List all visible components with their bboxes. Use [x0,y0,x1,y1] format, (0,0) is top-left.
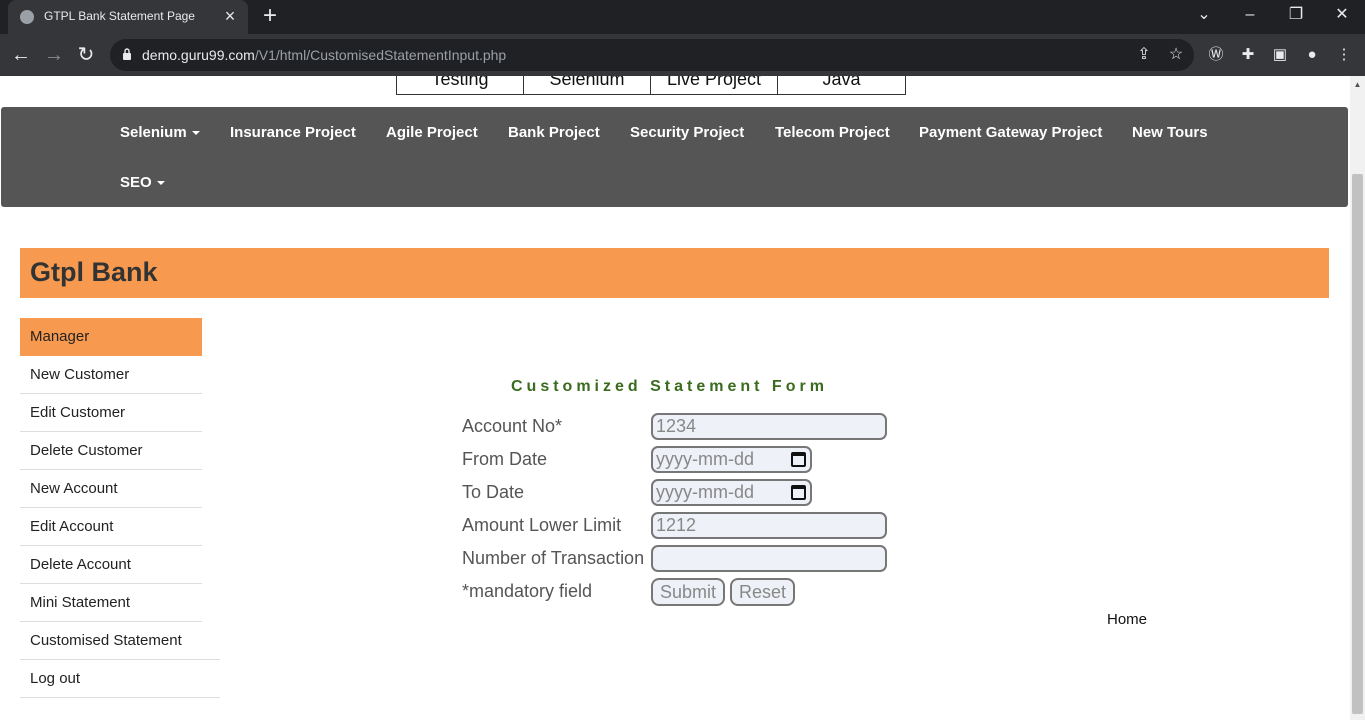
restore-icon[interactable]: ❐ [1273,0,1319,30]
account-no-field[interactable]: 1234 [651,413,887,440]
sidebar-item-manager[interactable]: Manager [20,318,202,356]
extension-w-icon[interactable]: Ⓦ [1206,45,1226,65]
page-scrollbar[interactable]: ▲ [1350,76,1365,720]
from-date-placeholder: yyyy-mm-dd [656,449,754,469]
browser-toolbar: ← → ↻ demo.guru99.com/V1/html/Customised… [0,34,1365,76]
sidebar-item-edit-account[interactable]: Edit Account [20,508,202,546]
tab-search-icon[interactable]: ⌄ [1181,0,1227,30]
sidebar-item-new-account[interactable]: New Account [20,470,202,508]
from-date-field[interactable]: yyyy-mm-dd [651,446,812,473]
top-tabs: Testing Selenium Live Project Java [396,76,906,95]
to-date-field[interactable]: yyyy-mm-dd [651,479,812,506]
menu-item-selenium[interactable]: Selenium [120,124,200,141]
sidebar-item-delete-account[interactable]: Delete Account [20,546,202,584]
sidebar-menu: Manager New Customer Edit Customer Delet… [20,318,220,698]
browser-tab[interactable]: GTPL Bank Statement Page × [8,0,248,34]
account-no-label: Account No* [462,416,563,436]
menu-item-security-project[interactable]: Security Project [630,124,744,141]
submit-button[interactable]: Submit [651,578,725,606]
scroll-up-arrow-icon[interactable]: ▲ [1350,78,1365,92]
number-of-transaction-label: Number of Transaction [462,548,645,568]
address-bar[interactable]: demo.guru99.com/V1/html/CustomisedStatem… [110,39,1194,71]
reset-button[interactable]: Reset [730,578,795,606]
new-tab-icon[interactable]: + [258,4,282,28]
bank-name: Gtpl Bank [30,257,158,287]
number-of-transaction-field[interactable] [651,545,887,572]
amount-lower-limit-field[interactable]: 1212 [651,512,887,539]
from-date-label: From Date [462,449,548,469]
to-date-label: To Date [462,482,525,502]
more-menu-icon[interactable]: ⋮ [1334,45,1354,65]
amount-lower-limit-label: Amount Lower Limit [462,515,622,535]
lock-icon [123,48,131,60]
side-panel-icon[interactable]: ▣ [1270,45,1290,65]
menu-item-telecom-project[interactable]: Telecom Project [775,124,890,141]
bookmark-star-icon[interactable]: ☆ [1166,45,1186,65]
profile-icon[interactable]: ● [1302,45,1322,65]
menu-item-bank-project[interactable]: Bank Project [508,124,600,141]
globe-icon [20,10,34,24]
top-tab-java[interactable]: Java [778,76,905,94]
sidebar-item-customised-statement[interactable]: Customised Statement [20,622,220,660]
url-text: demo.guru99.com/V1/html/CustomisedStatem… [142,47,507,63]
sidebar-item-delete-customer[interactable]: Delete Customer [20,432,202,470]
sidebar-item-mini-statement[interactable]: Mini Statement [20,584,202,622]
browser-tab-bar: GTPL Bank Statement Page × + ⌄ – ❐ ✕ [0,0,1365,34]
sidebar-item-edit-customer[interactable]: Edit Customer [20,394,202,432]
top-tab-selenium[interactable]: Selenium [524,76,651,94]
menu-item-payment-gateway-project[interactable]: Payment Gateway Project [919,124,1102,141]
scrollbar-thumb[interactable] [1352,174,1363,714]
share-icon[interactable]: ⇪ [1134,45,1154,65]
caret-down-icon [156,181,165,186]
menu-item-new-tours[interactable]: New Tours [1132,124,1208,141]
close-window-icon[interactable]: ✕ [1319,0,1365,30]
extensions-puzzle-icon[interactable]: ✚ [1238,45,1258,65]
back-icon[interactable]: ← [9,43,33,67]
minimize-icon[interactable]: – [1227,0,1273,30]
main-menu: Selenium Insurance Project Agile Project… [1,107,1348,207]
menu-item-agile-project[interactable]: Agile Project [386,124,478,141]
bank-header: Gtpl Bank [20,248,1329,298]
calendar-icon[interactable] [791,485,806,500]
menu-item-insurance-project[interactable]: Insurance Project [230,124,356,141]
page-viewport: Testing Selenium Live Project Java Selen… [0,76,1350,720]
to-date-placeholder: yyyy-mm-dd [656,482,754,502]
calendar-icon[interactable] [791,452,806,467]
tab-title: GTPL Bank Statement Page [44,9,195,23]
form-title: Customized Statement Form [511,378,828,395]
sidebar-item-log-out[interactable]: Log out [20,660,220,698]
close-tab-icon[interactable]: × [220,6,240,26]
menu-item-seo[interactable]: SEO [120,174,165,191]
forward-icon[interactable]: → [42,43,66,67]
top-tab-testing[interactable]: Testing [397,76,524,94]
mandatory-note: *mandatory field [462,581,593,601]
sidebar-item-new-customer[interactable]: New Customer [20,356,202,394]
top-tab-live-project[interactable]: Live Project [651,76,778,94]
home-link[interactable]: Home [1107,611,1147,628]
reload-icon[interactable]: ↻ [74,43,98,67]
caret-down-icon [191,131,200,136]
